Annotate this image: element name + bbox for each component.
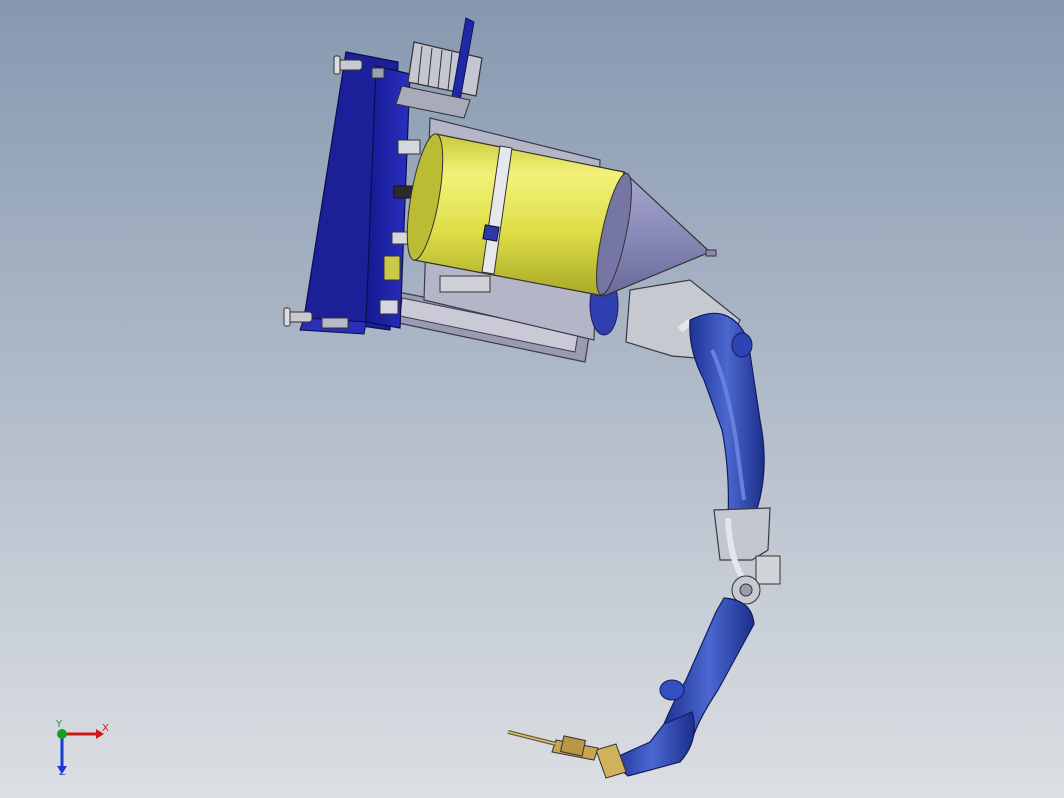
triad-x-label: X	[102, 723, 109, 734]
triad-z-label: Z	[59, 767, 66, 778]
cad-viewport[interactable]: X Y Z	[0, 0, 1064, 798]
cad-scene[interactable]	[0, 0, 1064, 798]
coordinate-triad: X Y Z	[48, 716, 118, 786]
triad-y-label: Y	[56, 719, 63, 730]
arm-wrist-joint	[659, 679, 685, 701]
arm-shoulder-joint	[731, 332, 753, 358]
viewport-background	[0, 0, 1064, 798]
cylinder-clip	[482, 224, 500, 242]
triad-y-axis	[57, 729, 67, 739]
cone-nozzle	[705, 249, 717, 257]
arm-elbow-housing	[713, 507, 771, 561]
